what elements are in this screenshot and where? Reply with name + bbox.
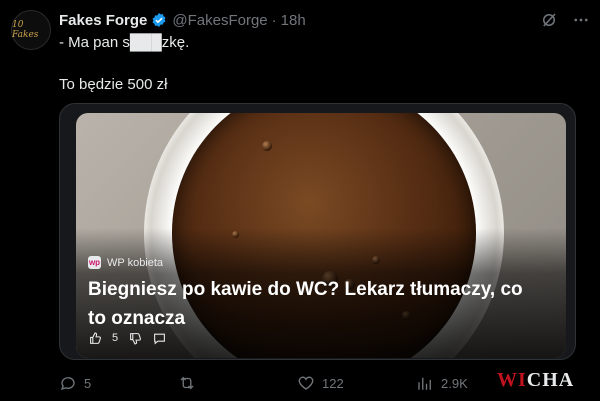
card-likes-count: 5: [112, 332, 119, 344]
separator-dot: ·: [271, 11, 277, 29]
card-source-label: WP kobieta: [107, 256, 164, 269]
more-icon[interactable]: [572, 11, 590, 29]
header-actions: [540, 11, 590, 29]
grok-icon[interactable]: [540, 11, 558, 29]
link-card[interactable]: wp WP kobieta Biegniesz po kawie do WC? …: [59, 103, 576, 360]
reply-icon: [60, 377, 75, 391]
watermark-part-1: WI: [497, 369, 527, 391]
post-timestamp[interactable]: 18h: [281, 12, 306, 29]
like-count: 122: [322, 375, 344, 391]
reply-count: 5: [84, 375, 92, 391]
site-watermark: WICHA: [497, 369, 574, 392]
views-count: 2.9K: [441, 375, 468, 391]
repost-icon: [180, 376, 194, 390]
post-text-line-2: To będzie 500 zł: [59, 76, 168, 93]
watermark-part-2: CHA: [526, 369, 575, 391]
author-name[interactable]: Fakes Forge: [59, 12, 147, 29]
avatar[interactable]: 10 Fakes: [11, 10, 51, 50]
repost-button[interactable]: [178, 374, 297, 392]
post-header: Fakes Forge @FakesForge · 18h: [59, 9, 590, 31]
avatar-text: 10 Fakes: [12, 20, 39, 40]
card-image[interactable]: wp WP kobieta Biegniesz po kawie do WC? …: [76, 113, 566, 358]
thumbs-up-icon: [88, 331, 102, 345]
author-handle[interactable]: @FakesForge: [172, 12, 267, 29]
card-source: wp WP kobieta: [88, 256, 163, 269]
card-reactions: 5: [88, 331, 166, 345]
like-button[interactable]: 122: [297, 374, 416, 392]
card-headline[interactable]: Biegniesz po kawie do WC? Lekarz tłumacz…: [88, 275, 543, 333]
heart-icon: [298, 376, 314, 390]
verified-badge-icon: [152, 13, 166, 27]
wp-logo-icon: wp: [88, 256, 101, 269]
views-button[interactable]: 2.9K: [416, 374, 506, 392]
post-text-line-1: - Ma pan s███zkę.: [59, 34, 190, 51]
views-icon: [418, 377, 431, 390]
thumbs-down-icon: [128, 331, 142, 345]
comment-icon: [152, 331, 166, 345]
reply-button[interactable]: 5: [59, 374, 178, 392]
